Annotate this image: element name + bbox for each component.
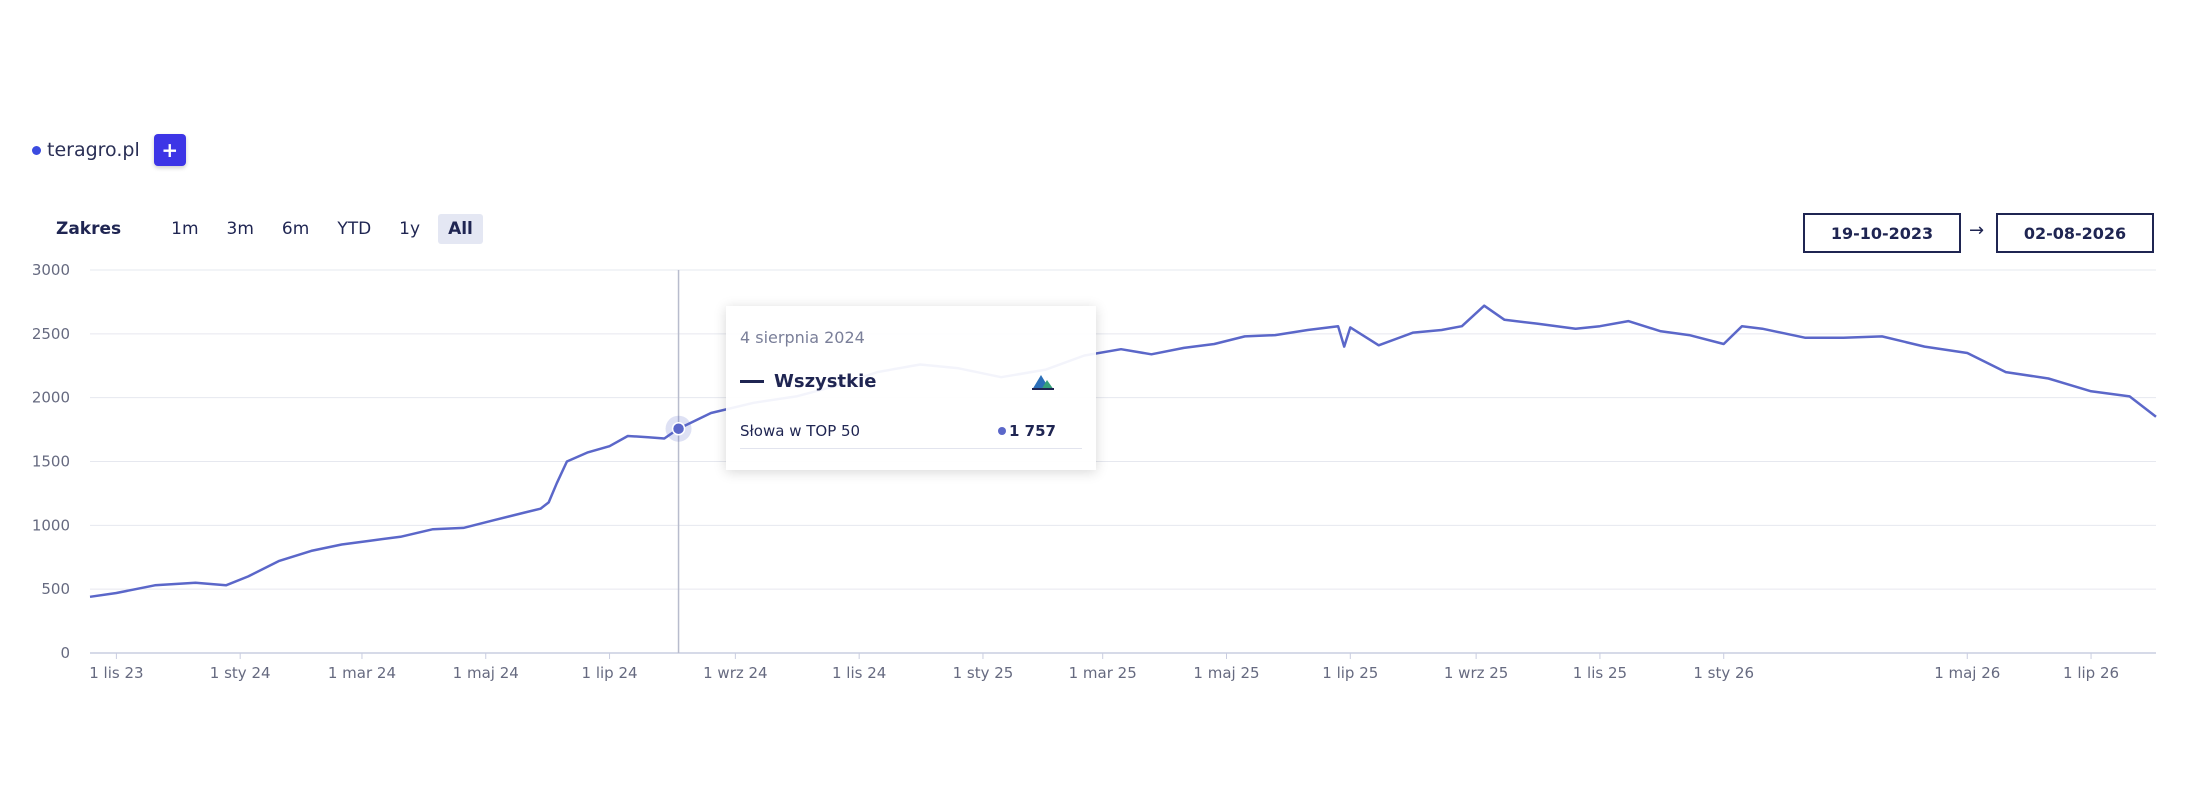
tooltip-series-name: Wszystkie	[774, 371, 877, 392]
x-tick-label: 1 sty 26	[1693, 664, 1754, 682]
x-tick-label: 1 maj 25	[1193, 664, 1259, 682]
highlight-point	[671, 421, 686, 436]
y-tick-label: 2000	[32, 389, 70, 407]
x-tick-label: 1 mar 24	[328, 664, 396, 682]
x-tick-label: 1 lip 26	[2063, 664, 2119, 682]
x-tick-label: 1 sty 24	[210, 664, 271, 682]
x-axis-ticks: 1 lis 23 1 sty 24 1 mar 24 1 maj 24 1 lip 24…	[89, 653, 2119, 682]
y-tick-label: 3000	[32, 261, 70, 279]
line-chart[interactable]: 0 500 1000 1500 2000 2500 3000 1 lis 23 1 sty 2…	[0, 0, 2200, 800]
chart-grid	[90, 269, 2156, 654]
tooltip-metric-value: 1 757	[1009, 422, 1056, 440]
x-tick-label: 1 lis 24	[832, 664, 886, 682]
x-tick-label: 1 lip 24	[582, 664, 638, 682]
x-tick-label: 1 lis 25	[1573, 664, 1627, 682]
tooltip-date: 4 sierpnia 2024	[740, 328, 865, 347]
y-axis-ticks: 0 500 1000 1500 2000 2500 3000	[32, 261, 70, 662]
series-line-wszystkie	[89, 304, 2157, 599]
x-tick-label: 1 wrz 25	[1444, 664, 1508, 682]
tooltip-series-row: Wszystkie	[740, 371, 1082, 392]
x-tick-label: 1 mar 25	[1069, 664, 1137, 682]
y-tick-label: 1000	[32, 516, 70, 534]
y-tick-label: 1500	[32, 453, 70, 471]
y-tick-label: 500	[41, 580, 70, 598]
chart-tooltip: 4 sierpnia 2024 Wszystkie Słowa w TOP 50…	[726, 306, 1096, 470]
tooltip-series-line-icon	[740, 380, 764, 383]
x-tick-label: 1 sty 25	[953, 664, 1014, 682]
x-tick-label: 1 lis 23	[89, 664, 143, 682]
x-tick-label: 1 maj 24	[453, 664, 519, 682]
tooltip-metric-dot	[998, 427, 1007, 435]
y-tick-label: 2500	[32, 325, 70, 343]
tooltip-metric-row: Słowa w TOP 50 1 757	[740, 422, 1082, 449]
brand-logo-icon	[1032, 374, 1054, 390]
x-tick-label: 1 lip 25	[1322, 664, 1378, 682]
x-tick-label: 1 maj 26	[1934, 664, 2000, 682]
y-tick-label: 0	[60, 644, 70, 662]
tooltip-metric-label: Słowa w TOP 50	[740, 422, 861, 440]
x-tick-label: 1 wrz 24	[703, 664, 767, 682]
